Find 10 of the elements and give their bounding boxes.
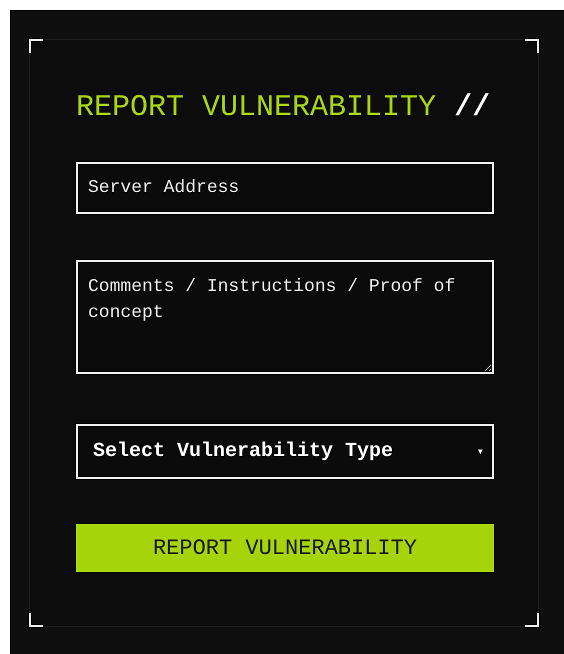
corner-mark	[525, 39, 539, 53]
vulnerability-type-select[interactable]: Select Vulnerability Type ▾	[76, 424, 494, 479]
title-suffix: //	[454, 90, 490, 127]
corner-mark	[525, 613, 539, 627]
corner-mark	[29, 39, 43, 53]
comments-field[interactable]: Comments / Instructions / Proof of concept	[76, 260, 494, 374]
form-title: REPORT VULNERABILITY	[76, 90, 436, 127]
server-address-field[interactable]: Server Address	[76, 162, 494, 214]
report-button[interactable]: REPORT VULNERABILITY	[76, 524, 494, 572]
corner-mark	[29, 613, 43, 627]
